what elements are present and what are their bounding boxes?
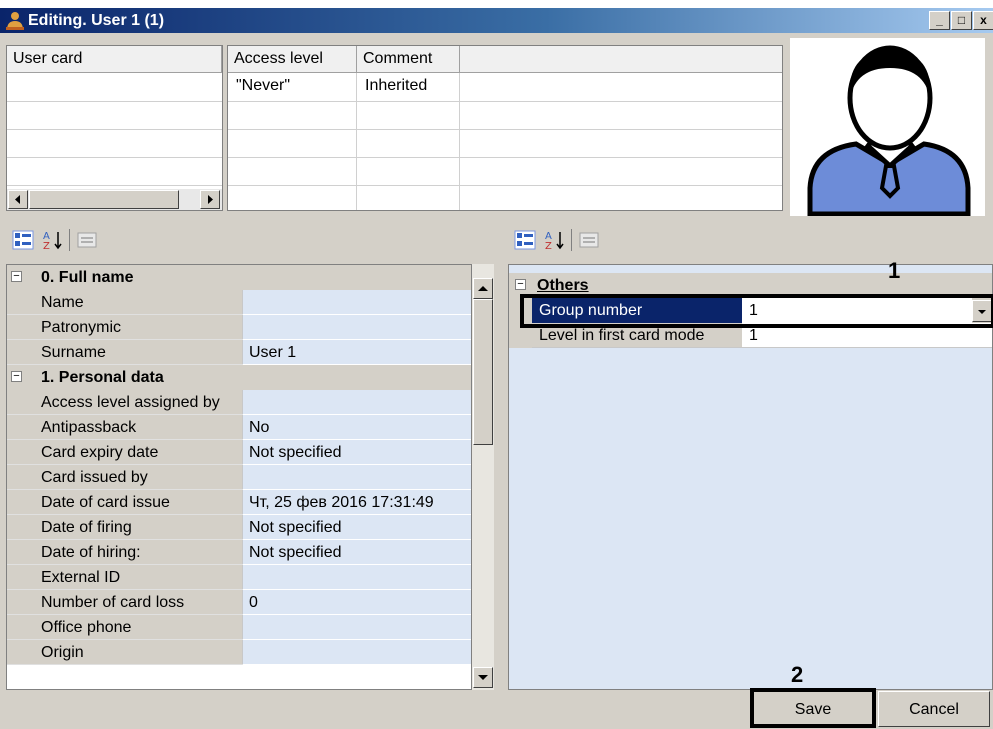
property-pages-icon[interactable]	[76, 229, 98, 251]
property-value[interactable]	[242, 615, 471, 640]
property-value[interactable]: Not specified	[242, 440, 471, 465]
comment-header[interactable]: Comment	[357, 46, 460, 73]
categorized-view-icon[interactable]	[12, 229, 34, 251]
arrow-down-icon	[478, 675, 488, 680]
close-button[interactable]: x	[973, 11, 993, 30]
property-name: Date of firing	[7, 515, 242, 540]
property-value[interactable]: Чт, 25 фев 2016 17:31:49	[242, 490, 471, 515]
property-value[interactable]	[242, 390, 471, 415]
left-property-panel: A Z −0. Full name Name Patronymic Surname Us…	[6, 220, 502, 690]
maximize-button[interactable]: □	[951, 11, 972, 30]
property-row[interactable]: Name	[7, 290, 471, 315]
title-bar: Editing. User 1 (1) _ □ x	[0, 8, 993, 33]
property-name: External ID	[7, 565, 242, 590]
caption-text	[0, 0, 993, 8]
property-name: Origin	[7, 640, 242, 665]
property-row[interactable]: Number of card loss 0	[7, 590, 471, 615]
highlight-box-1	[520, 294, 993, 328]
scroll-thumb-vertical[interactable]	[473, 299, 493, 445]
property-row[interactable]: Surname User 1	[7, 340, 471, 365]
property-name: Name	[7, 290, 242, 315]
arrow-up-icon	[478, 286, 488, 291]
minimize-button[interactable]: _	[929, 11, 950, 30]
property-name: Card expiry date	[7, 440, 242, 465]
svg-text:Z: Z	[43, 241, 50, 251]
category-row[interactable]: −1. Personal data	[7, 365, 471, 390]
property-row[interactable]: Date of hiring: Not specified	[7, 540, 471, 565]
avatar	[790, 38, 985, 216]
scroll-thumb[interactable]	[29, 190, 179, 209]
property-name: Access level assigned by	[7, 390, 242, 415]
property-row[interactable]: Patronymic	[7, 315, 471, 340]
user-icon	[6, 12, 24, 30]
access-level-table[interactable]: Access level Comment "Never" Inherited	[227, 45, 783, 211]
property-value[interactable]	[242, 640, 471, 665]
property-row[interactable]: Antipassback No	[7, 415, 471, 440]
property-value[interactable]	[242, 315, 471, 340]
property-name: Number of card loss	[7, 590, 242, 615]
vertical-scrollbar[interactable]	[472, 264, 494, 690]
svg-text:Z: Z	[545, 241, 552, 251]
user-card-header[interactable]: User card	[7, 46, 222, 73]
editing-window: Editing. User 1 (1) _ □ x User card Acce…	[0, 8, 993, 729]
category-label: 1. Personal data	[41, 369, 164, 386]
property-value[interactable]	[242, 290, 471, 315]
property-value[interactable]	[242, 565, 471, 590]
property-row[interactable]: Card issued by	[7, 465, 471, 490]
arrow-left-icon	[15, 195, 20, 204]
property-name: Antipassback	[7, 415, 242, 440]
property-value[interactable]: 0	[242, 590, 471, 615]
property-row[interactable]: Office phone	[7, 615, 471, 640]
property-name: Card issued by	[7, 465, 242, 490]
cancel-button[interactable]: Cancel	[878, 691, 990, 727]
access-level-header[interactable]: Access level	[228, 46, 357, 73]
property-row[interactable]: External ID	[7, 565, 471, 590]
property-value[interactable]	[242, 465, 471, 490]
scroll-down-button[interactable]	[473, 667, 493, 688]
property-name: Office phone	[7, 615, 242, 640]
property-value[interactable]: Not specified	[242, 515, 471, 540]
scroll-up-button[interactable]	[473, 278, 493, 299]
collapse-icon[interactable]: −	[515, 279, 526, 290]
property-row[interactable]: Card expiry date Not specified	[7, 440, 471, 465]
horizontal-scrollbar[interactable]	[7, 189, 222, 210]
property-name: Surname	[7, 340, 242, 365]
arrow-right-icon	[208, 195, 213, 204]
table-cell-access-level[interactable]: "Never"	[228, 73, 357, 99]
callout-2: 2	[791, 662, 804, 687]
sort-alphabetical-icon-right[interactable]: A Z	[544, 229, 566, 251]
right-property-panel: A Z − Others Group number 1 Level in fir…	[508, 220, 993, 690]
categorized-view-icon-right[interactable]	[514, 229, 536, 251]
callout-1: 1	[888, 258, 901, 283]
property-row[interactable]: Date of card issue Чт, 25 фев 2016 17:31:…	[7, 490, 471, 515]
property-pages-icon-right[interactable]	[578, 229, 600, 251]
scroll-right-button[interactable]	[200, 190, 220, 209]
category-label: 0. Full name	[41, 269, 134, 286]
property-name: Date of hiring:	[7, 540, 242, 565]
scroll-left-button[interactable]	[8, 190, 28, 209]
property-name: Patronymic	[7, 315, 242, 340]
property-row[interactable]: Origin	[7, 640, 471, 665]
table-cell-comment[interactable]: Inherited	[357, 73, 460, 99]
property-value[interactable]: User 1	[242, 340, 471, 365]
window-title: Editing. User 1 (1)	[28, 12, 165, 29]
category-row[interactable]: −0. Full name	[7, 265, 471, 290]
save-button[interactable]: Save	[750, 688, 876, 728]
sort-alphabetical-icon[interactable]: A Z	[42, 229, 64, 251]
user-card-table[interactable]: User card	[6, 45, 223, 211]
property-name: Date of card issue	[7, 490, 242, 515]
property-value[interactable]: No	[242, 415, 471, 440]
property-row[interactable]: Date of firing Not specified	[7, 515, 471, 540]
property-row[interactable]: Access level assigned by	[7, 390, 471, 415]
left-property-grid[interactable]: −0. Full name Name Patronymic Surname User 1…	[6, 264, 472, 690]
property-value[interactable]: Not specified	[242, 540, 471, 565]
